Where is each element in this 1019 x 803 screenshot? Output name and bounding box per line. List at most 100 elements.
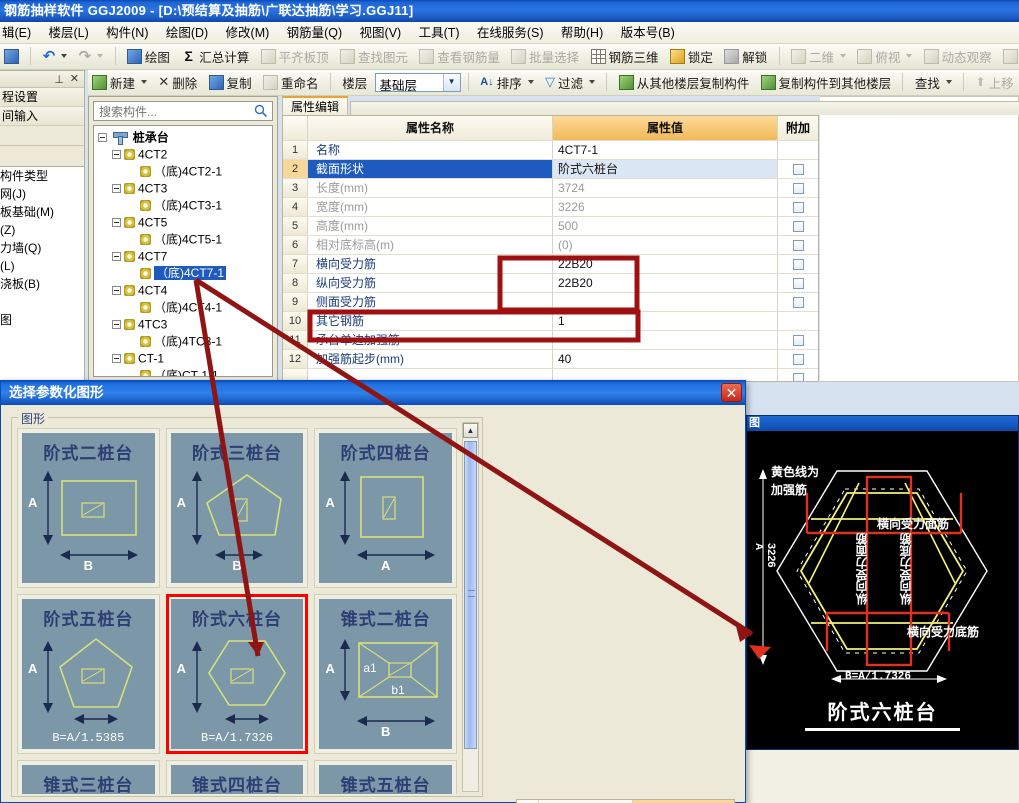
search-box[interactable]	[93, 101, 273, 121]
tree-child-node[interactable]: （底)4CT3-1	[94, 197, 272, 214]
toolbar-local-3d-button[interactable]: 局部三维	[999, 44, 1019, 68]
table-row[interactable]: 11 承台单边加强筋	[283, 331, 818, 350]
chevron-down-icon[interactable]	[839, 54, 846, 58]
attach-cell[interactable]	[778, 274, 818, 292]
redo-button[interactable]: ↷	[75, 44, 108, 68]
expander-icon[interactable]	[112, 184, 121, 194]
shape-option[interactable]: 锥式三桩台	[17, 760, 160, 794]
checkbox[interactable]	[792, 183, 804, 194]
property-value-cell[interactable]: 40	[553, 350, 778, 368]
dock-row-settings[interactable]: 程设置	[0, 88, 84, 107]
move-up-button[interactable]: ⬆ 上移	[972, 70, 1018, 94]
attach-cell[interactable]	[778, 350, 818, 368]
property-value-cell[interactable]: 3226	[553, 198, 778, 216]
dock-row-input[interactable]: 间输入	[0, 107, 84, 126]
toolbar-view-rebar-button[interactable]: 查看钢筋量	[415, 44, 504, 68]
tree-root-node[interactable]: 桩承台	[94, 129, 272, 146]
shape-option[interactable]: 阶式六桩台 A B=A/1.7326	[165, 594, 309, 754]
expander-icon[interactable]	[112, 150, 121, 160]
chevron-down-icon[interactable]	[141, 80, 148, 84]
table-row[interactable]: 2 截面形状 阶式六桩台	[283, 160, 818, 179]
expander-icon[interactable]	[112, 286, 121, 296]
menu-item-online[interactable]: 在线服务(S)	[470, 22, 551, 43]
list-item[interactable]: 网(J)	[0, 185, 84, 203]
close-icon[interactable]: ✕	[721, 383, 742, 402]
chevron-down-icon[interactable]	[945, 80, 952, 84]
attach-cell[interactable]	[778, 160, 818, 178]
menu-item-tools[interactable]: 工具(T)	[412, 22, 467, 43]
table-row[interactable]: 3 长度(mm) 3724	[283, 179, 818, 198]
shape-option[interactable]: 阶式四桩台 A A	[314, 428, 457, 588]
property-value-cell[interactable]: 22B20	[553, 274, 778, 292]
attach-cell[interactable]	[778, 141, 818, 159]
menu-item-rebar[interactable]: 钢筋量(Q)	[280, 22, 350, 43]
shape-option[interactable]: 阶式二桩台 A B	[17, 428, 160, 588]
property-value-cell[interactable]: 1	[553, 312, 778, 330]
rename-component-button[interactable]: 重命名	[259, 70, 323, 94]
list-item[interactable]: 板基础(M)	[0, 203, 84, 221]
property-value-cell[interactable]: 阶式六桩台	[553, 160, 778, 178]
checkbox[interactable]	[792, 240, 804, 251]
tree-group-node[interactable]: 4TC3	[94, 316, 272, 333]
table-row[interactable]: 10 其它钢筋 1	[283, 312, 818, 331]
search-icon[interactable]	[254, 104, 268, 118]
table-row[interactable]: 8 纵向受力筋 22B20	[283, 274, 818, 293]
toolbar-lock-button[interactable]: 锁定	[666, 44, 717, 68]
copy-from-floor-button[interactable]: 从其他楼层复制构件	[615, 70, 754, 94]
checkbox[interactable]	[792, 259, 804, 270]
shape-option[interactable]: 锥式四桩台	[165, 760, 309, 794]
attach-cell[interactable]	[778, 217, 818, 235]
chevron-down-icon[interactable]	[97, 54, 104, 58]
list-item[interactable]: (L)	[0, 257, 84, 275]
tree-child-node[interactable]: （底)CT-1-1	[94, 367, 272, 376]
attach-cell[interactable]	[778, 369, 818, 381]
close-icon[interactable]: ✕	[70, 72, 79, 85]
checkbox[interactable]	[792, 202, 804, 213]
attach-cell[interactable]	[778, 198, 818, 216]
toolbar-unlock-button[interactable]: 解锁	[720, 44, 771, 68]
undo-button[interactable]: ↶	[39, 44, 72, 68]
toolbar-two-d-button[interactable]: 二维	[787, 44, 850, 68]
save-button[interactable]	[0, 44, 23, 68]
shape-grid-scrollbar[interactable]: ▲	[462, 422, 479, 792]
chevron-down-icon[interactable]	[61, 54, 68, 58]
menu-item-modify[interactable]: 修改(M)	[219, 22, 277, 43]
list-item[interactable]: (Z)	[0, 221, 84, 239]
list-item[interactable]: 图	[0, 311, 84, 329]
menu-item-component[interactable]: 构件(N)	[99, 22, 155, 43]
attach-cell[interactable]	[778, 179, 818, 197]
tree-child-node[interactable]: （底)4CT2-1	[94, 163, 272, 180]
shape-option[interactable]: 锥式五桩台	[314, 760, 457, 794]
shape-option[interactable]: 阶式五桩台 A B=A/1.5385	[17, 594, 160, 754]
expander-icon[interactable]	[112, 252, 121, 262]
menu-item-edit[interactable]: 辑(E)	[0, 22, 38, 43]
toolbar-calc-button[interactable]: Σ 汇总计算	[177, 44, 253, 68]
table-row[interactable]: 9 侧面受力筋	[283, 293, 818, 312]
menu-item-version[interactable]: 版本号(B)	[614, 22, 682, 43]
expander-icon[interactable]	[112, 320, 121, 330]
tab-property-editor[interactable]: 属性编辑	[282, 96, 349, 115]
expander-icon[interactable]	[112, 218, 121, 228]
chevron-down-icon[interactable]	[527, 80, 534, 84]
tree-group-node[interactable]: 4CT3	[94, 180, 272, 197]
shape-option[interactable]: 阶式三桩台 A B	[165, 428, 309, 588]
table-row[interactable]: 6 相对底标高(m) (0)	[283, 236, 818, 255]
tree-child-node[interactable]: （底)4TC3-1	[94, 333, 272, 350]
sort-button[interactable]: A↓ 排序	[476, 70, 537, 94]
tree-group-node[interactable]: 4CT2	[94, 146, 272, 163]
delete-component-button[interactable]: ✕ 删除	[154, 70, 201, 94]
toolbar-top-view-button[interactable]: 俯视	[853, 44, 916, 68]
attach-cell[interactable]	[778, 293, 818, 311]
attach-cell[interactable]	[778, 236, 818, 254]
list-item[interactable]	[0, 293, 84, 311]
tree-child-node[interactable]: （底)4CT7-1	[94, 265, 272, 282]
property-value-cell[interactable]: 4CT7-1	[553, 141, 778, 159]
checkbox[interactable]	[792, 221, 804, 232]
list-item[interactable]: 力墙(Q)	[0, 239, 84, 257]
tree-group-node[interactable]: 4CT7	[94, 248, 272, 265]
table-row[interactable]: 5 高度(mm) 500	[283, 217, 818, 236]
expander-icon[interactable]	[98, 133, 107, 143]
property-value-cell[interactable]: 3724	[553, 179, 778, 197]
toolbar-find-element-button[interactable]: 查找图元	[336, 44, 412, 68]
property-value-cell[interactable]	[553, 331, 778, 349]
